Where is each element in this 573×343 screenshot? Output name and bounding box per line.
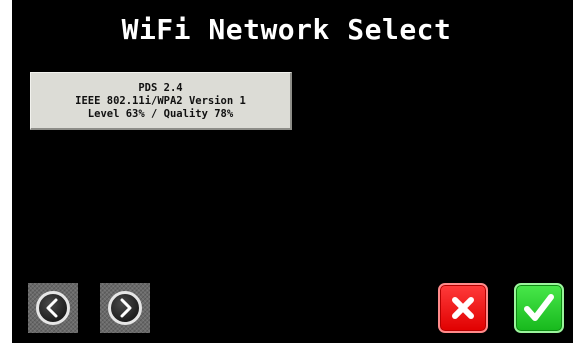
network-signal: Level 63% / Quality 78% [87, 108, 234, 120]
cancel-button[interactable] [438, 283, 488, 333]
page-title: WiFi Network Select [121, 13, 452, 46]
network-list: PDS 2.4 IEEE 802.11i/WPA2 Version 1 Leve… [30, 72, 292, 130]
checkmark-icon [524, 294, 554, 321]
screen [12, 0, 573, 343]
network-ssid: PDS 2.4 [138, 82, 183, 94]
chevron-left-icon [46, 298, 58, 318]
network-item-pds-2-4[interactable]: PDS 2.4 IEEE 802.11i/WPA2 Version 1 Leve… [30, 72, 292, 130]
confirm-button[interactable] [514, 283, 564, 333]
next-page-button[interactable] [100, 283, 150, 333]
x-icon [452, 297, 474, 319]
network-security: IEEE 802.11i/WPA2 Version 1 [75, 95, 246, 107]
chevron-right-icon [120, 298, 132, 318]
previous-page-button[interactable] [28, 283, 78, 333]
